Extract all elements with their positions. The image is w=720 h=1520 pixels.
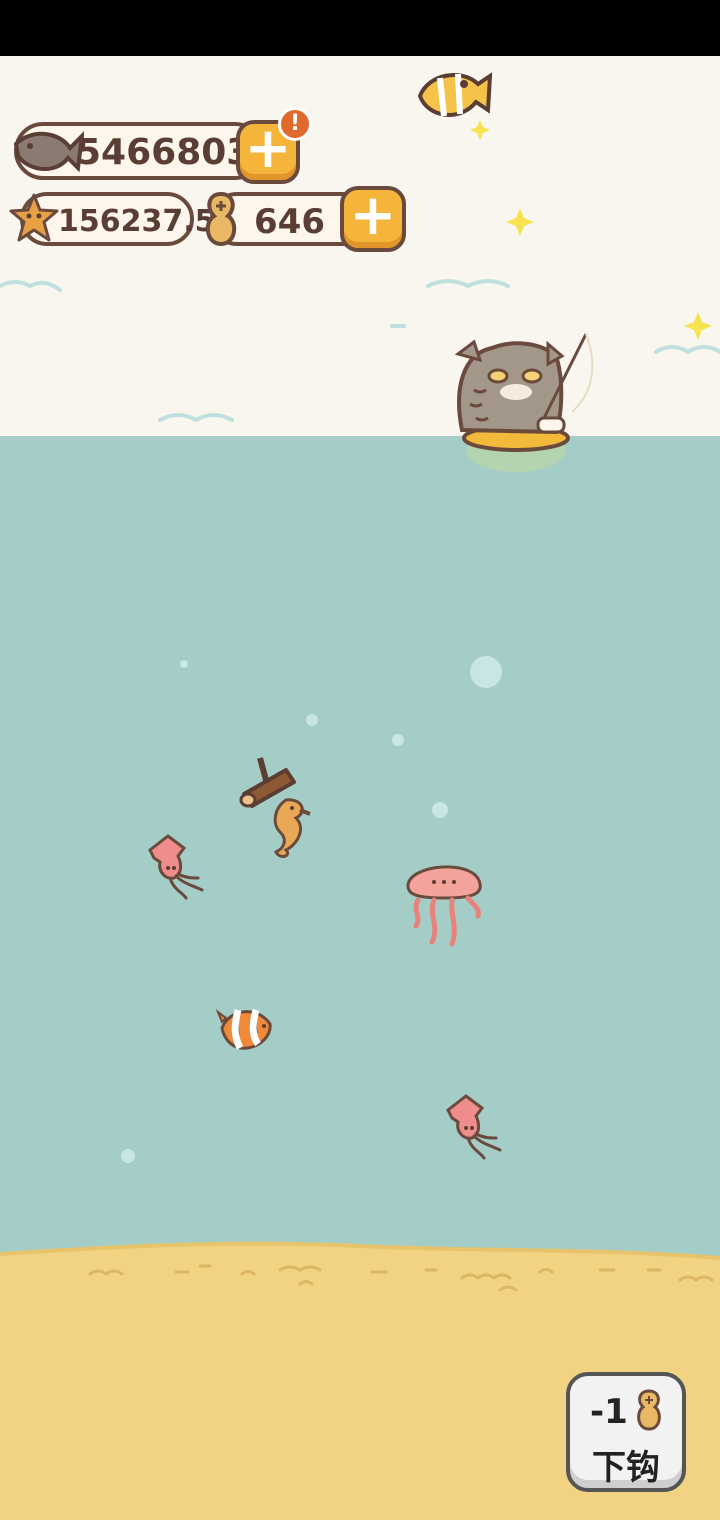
add-bait-button[interactable]: + xyxy=(340,186,406,252)
clownfish-icon xyxy=(216,1009,272,1050)
hook-label: 下钩 xyxy=(592,1448,660,1488)
seahorse-icon xyxy=(273,798,311,858)
drop-hook-button[interactable]: -1 下钩 xyxy=(566,1372,686,1492)
jellyfish-icon xyxy=(406,865,482,947)
squid-icon xyxy=(148,834,204,900)
hook-cost: -1 xyxy=(590,1392,628,1432)
squid-icon xyxy=(446,1094,502,1160)
fish-icon xyxy=(13,131,84,173)
starfish-icon xyxy=(9,193,59,242)
peanut-bait-icon xyxy=(637,1389,661,1431)
bubbles xyxy=(121,656,502,1163)
fish-counter: 54668032 xyxy=(13,122,276,180)
starfish-count: 156237.5 xyxy=(58,204,216,239)
bait-count: 646 xyxy=(254,202,325,242)
status-bar xyxy=(0,0,720,56)
plus-icon: + xyxy=(349,183,397,248)
butterflyfish-icon xyxy=(417,72,493,117)
cat-fisher xyxy=(454,333,594,472)
peanut-bait-icon xyxy=(205,191,237,247)
alert-icon[interactable]: ! xyxy=(278,107,312,141)
